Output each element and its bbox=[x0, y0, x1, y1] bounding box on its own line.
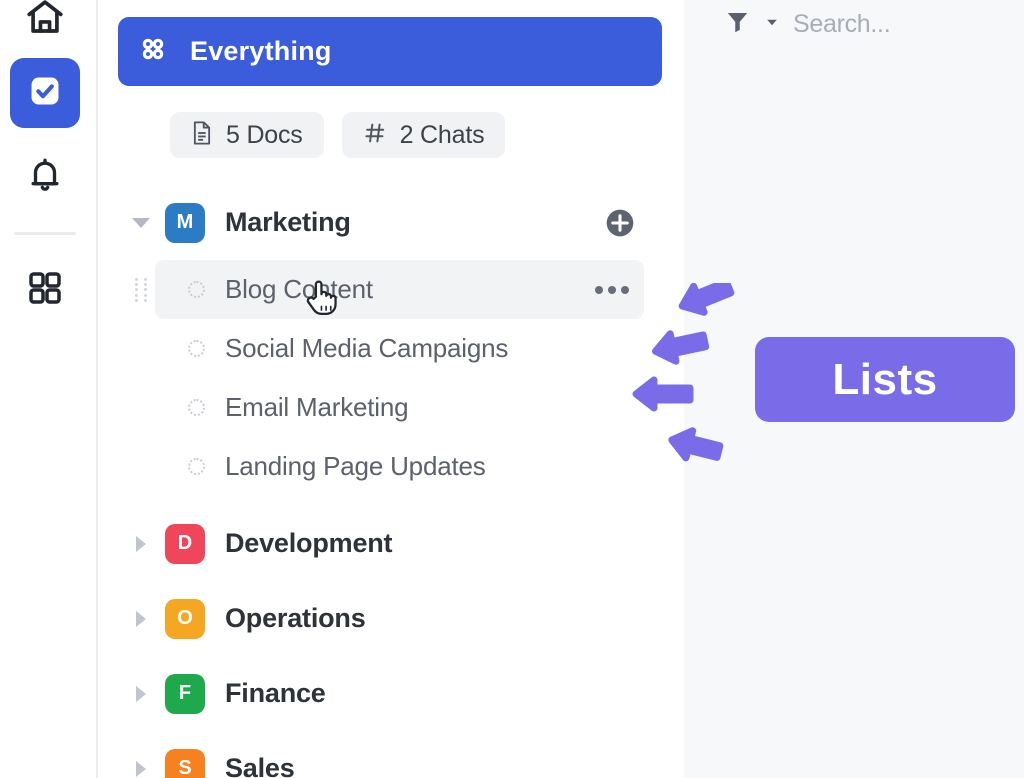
list-status-circle-icon bbox=[188, 399, 205, 416]
list-status-circle-icon bbox=[188, 281, 205, 298]
space-label-operations: Operations bbox=[225, 603, 366, 633]
annotation-lists-label: Lists bbox=[832, 354, 938, 404]
space-avatar-operations: O bbox=[165, 598, 205, 639]
space-avatar-marketing: M bbox=[165, 202, 205, 243]
rail-item-dashboards[interactable] bbox=[10, 255, 80, 325]
space-avatar-sales: S bbox=[165, 748, 205, 778]
search-input[interactable]: Search... bbox=[793, 10, 891, 39]
space-row-sales[interactable]: S Sales bbox=[100, 731, 684, 778]
home-icon bbox=[24, 0, 66, 43]
space-label-finance: Finance bbox=[225, 678, 326, 708]
docs-chip[interactable]: 5 Docs bbox=[170, 112, 324, 158]
space-row-marketing[interactable]: M Marketing bbox=[100, 185, 684, 260]
list-label-email-marketing: Email Marketing bbox=[225, 392, 409, 422]
space-tree: M Marketing Blog Content Social Media Ca… bbox=[100, 185, 684, 778]
app-root: Everything 5 Docs 2 Chats M Marketing Bl… bbox=[0, 0, 1024, 778]
list-label-landing-page-updates: Landing Page Updates bbox=[225, 451, 486, 481]
ellipsis-icon[interactable] bbox=[595, 285, 629, 294]
funnel-filter-icon[interactable] bbox=[724, 8, 751, 40]
list-row-blog-content[interactable]: Blog Content bbox=[100, 260, 684, 319]
quick-chips-row: 5 Docs 2 Chats bbox=[170, 112, 506, 158]
space-row-operations[interactable]: O Operations bbox=[100, 581, 684, 656]
space-avatar-development: D bbox=[165, 523, 205, 564]
chevron-right-icon[interactable] bbox=[130, 758, 152, 778]
document-icon bbox=[191, 120, 213, 151]
dashboard-grid-icon bbox=[25, 268, 65, 313]
everything-item[interactable]: Everything bbox=[118, 17, 662, 86]
space-label-sales: Sales bbox=[225, 753, 295, 778]
space-list-panel: Everything 5 Docs 2 Chats M Marketing Bl… bbox=[100, 0, 684, 778]
main-toolbar: Search... bbox=[724, 0, 891, 48]
icon-rail-sidebar bbox=[0, 0, 98, 778]
rail-item-notifications[interactable] bbox=[10, 142, 80, 212]
chevron-right-icon[interactable] bbox=[130, 533, 152, 555]
annotation-lists-badge: Lists bbox=[755, 337, 1015, 422]
rail-item-tasks[interactable] bbox=[10, 58, 80, 128]
space-row-finance[interactable]: F Finance bbox=[100, 656, 684, 731]
list-row-social-media-campaigns[interactable]: Social Media Campaigns bbox=[100, 319, 684, 378]
rail-divider bbox=[14, 232, 76, 235]
docs-chip-label: 5 Docs bbox=[226, 120, 303, 149]
plus-circle-icon[interactable] bbox=[604, 207, 636, 239]
list-label-social-media-campaigns: Social Media Campaigns bbox=[225, 333, 509, 363]
list-row-landing-page-updates[interactable]: Landing Page Updates bbox=[100, 437, 684, 496]
rail-item-home[interactable] bbox=[10, 0, 80, 54]
chevron-right-icon[interactable] bbox=[130, 608, 152, 630]
everything-label: Everything bbox=[190, 36, 332, 66]
hash-icon bbox=[363, 121, 387, 150]
bell-icon bbox=[25, 155, 65, 200]
list-status-circle-icon bbox=[188, 458, 205, 475]
tasks-checkbox-icon bbox=[26, 72, 64, 115]
space-label-marketing: Marketing bbox=[225, 207, 351, 237]
list-status-circle-icon bbox=[188, 340, 205, 357]
list-label-blog-content: Blog Content bbox=[225, 274, 373, 304]
four-dot-grid-icon bbox=[138, 34, 168, 69]
chevron-right-icon[interactable] bbox=[130, 683, 152, 705]
space-label-development: Development bbox=[225, 528, 393, 558]
drag-handle-icon[interactable] bbox=[132, 277, 150, 303]
list-row-email-marketing[interactable]: Email Marketing bbox=[100, 378, 684, 437]
chats-chip[interactable]: 2 Chats bbox=[341, 112, 506, 158]
chats-chip-label: 2 Chats bbox=[399, 120, 485, 149]
caret-down-icon[interactable] bbox=[763, 13, 781, 36]
chevron-down-icon[interactable] bbox=[130, 212, 152, 234]
space-row-development[interactable]: D Development bbox=[100, 506, 684, 581]
space-avatar-finance: F bbox=[165, 673, 205, 714]
